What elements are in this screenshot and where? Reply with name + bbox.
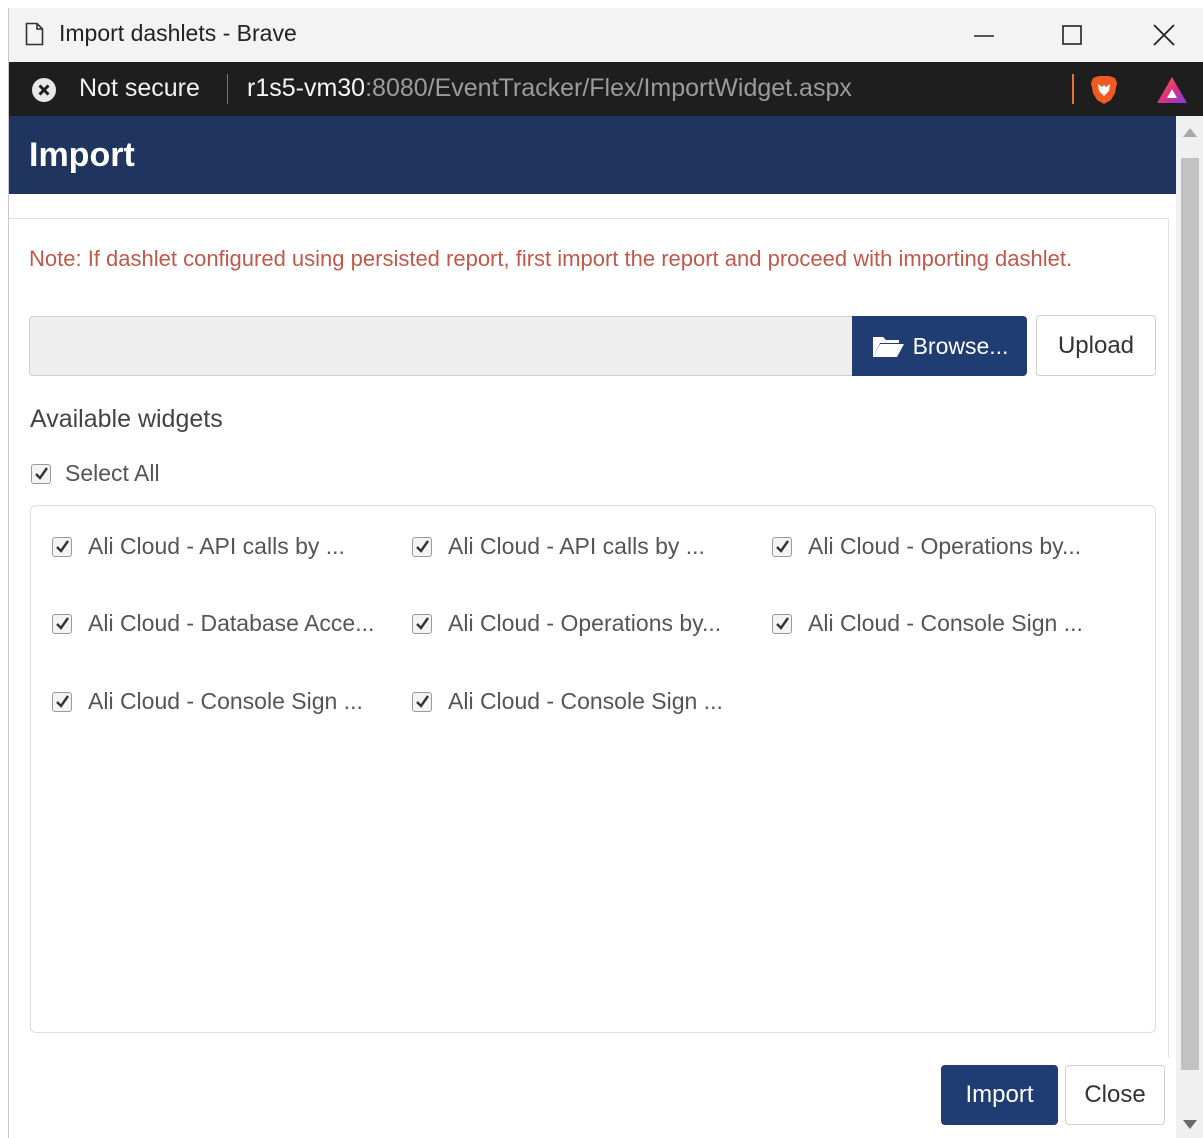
maximize-button[interactable] bbox=[1042, 8, 1102, 62]
modal-title: Import bbox=[29, 136, 135, 174]
widget-checkbox[interactable] bbox=[772, 613, 792, 634]
brave-rewards-icon[interactable] bbox=[1155, 75, 1189, 105]
widget-item[interactable]: Ali Cloud - Console Sign ... bbox=[412, 688, 723, 715]
security-label[interactable]: Not secure bbox=[79, 74, 200, 103]
widget-checkbox[interactable] bbox=[412, 613, 432, 634]
vertical-scrollbar[interactable] bbox=[1176, 116, 1203, 1138]
widget-label: Ali Cloud - API calls by ... bbox=[88, 533, 345, 559]
url-host: r1s5-vm30 bbox=[247, 74, 366, 102]
select-all-label: Select All bbox=[65, 460, 160, 486]
folder-open-icon bbox=[872, 337, 904, 357]
scroll-down-icon[interactable] bbox=[1183, 1120, 1197, 1129]
widget-checkbox[interactable] bbox=[412, 691, 432, 712]
address-bar[interactable]: Not secure r1s5-vm30:8080/EventTracker/F… bbox=[9, 62, 1203, 116]
widget-item[interactable]: Ali Cloud - Operations by... bbox=[412, 610, 721, 637]
widget-checkbox[interactable] bbox=[52, 613, 72, 634]
url-path: :8080/EventTracker/Flex/ImportWidget.asp… bbox=[365, 74, 852, 102]
close-button[interactable]: Close bbox=[1065, 1065, 1165, 1125]
checkmark-icon bbox=[416, 616, 429, 630]
file-path-input[interactable] bbox=[29, 316, 853, 376]
window-title: Import dashlets - Brave bbox=[59, 20, 297, 46]
scroll-up-icon[interactable] bbox=[1183, 128, 1197, 137]
browse-label: Browse... bbox=[912, 332, 1009, 359]
widget-label: Ali Cloud - Console Sign ... bbox=[88, 688, 363, 714]
widget-checkbox[interactable] bbox=[52, 536, 72, 557]
checkmark-icon bbox=[56, 616, 69, 630]
divider bbox=[1072, 74, 1074, 104]
widgets-list: Ali Cloud - API calls by ... Ali Cloud -… bbox=[30, 505, 1156, 1033]
widget-item[interactable]: Ali Cloud - API calls by ... bbox=[412, 533, 705, 560]
checkmark-icon bbox=[416, 539, 429, 553]
widget-checkbox[interactable] bbox=[52, 691, 72, 712]
select-all-checkbox[interactable] bbox=[31, 463, 51, 484]
checkmark-icon bbox=[56, 539, 69, 553]
section-title: Available widgets bbox=[30, 405, 223, 433]
close-window-button[interactable] bbox=[1134, 8, 1194, 62]
widget-label: Ali Cloud - Database Acce... bbox=[88, 610, 375, 636]
url-text[interactable]: r1s5-vm30:8080/EventTracker/Flex/ImportW… bbox=[247, 74, 852, 103]
select-all-option[interactable]: Select All bbox=[31, 460, 160, 487]
upload-button[interactable]: Upload bbox=[1036, 315, 1156, 376]
widget-checkbox[interactable] bbox=[772, 536, 792, 557]
widget-item[interactable]: Ali Cloud - Console Sign ... bbox=[772, 610, 1083, 637]
minimize-button[interactable] bbox=[954, 8, 1014, 62]
scrollbar-thumb[interactable] bbox=[1181, 158, 1199, 1070]
checkmark-icon bbox=[416, 694, 429, 708]
checkmark-icon bbox=[776, 616, 789, 630]
not-secure-icon[interactable] bbox=[31, 77, 57, 103]
minimize-icon bbox=[974, 35, 994, 37]
widget-item[interactable]: Ali Cloud - API calls by ... bbox=[52, 533, 345, 560]
widget-checkbox[interactable] bbox=[412, 536, 432, 557]
divider bbox=[227, 74, 228, 104]
widget-item[interactable]: Ali Cloud - Database Acce... bbox=[52, 610, 374, 637]
widget-item[interactable]: Ali Cloud - Operations by... bbox=[772, 533, 1081, 560]
document-icon bbox=[25, 22, 44, 46]
browser-window: Import dashlets - Brave Not secure r1s5-… bbox=[8, 8, 1203, 1138]
brave-lion-icon[interactable] bbox=[1089, 74, 1119, 106]
maximize-icon bbox=[1062, 25, 1082, 45]
widget-item[interactable]: Ali Cloud - Console Sign ... bbox=[52, 688, 363, 715]
title-bar: Import dashlets - Brave bbox=[9, 8, 1203, 62]
checkmark-icon bbox=[56, 694, 69, 708]
checkmark-icon bbox=[35, 466, 48, 480]
widget-label: Ali Cloud - Console Sign ... bbox=[448, 688, 723, 714]
modal-header: Import bbox=[9, 116, 1176, 194]
import-note: Note: If dashlet configured using persis… bbox=[29, 246, 1073, 271]
import-button[interactable]: Import bbox=[941, 1065, 1058, 1125]
widget-label: Ali Cloud - API calls by ... bbox=[448, 533, 705, 559]
widget-label: Ali Cloud - Operations by... bbox=[448, 610, 722, 636]
widget-label: Ali Cloud - Operations by... bbox=[808, 533, 1082, 559]
close-icon bbox=[1153, 24, 1175, 46]
browse-button[interactable]: Browse... bbox=[852, 316, 1027, 376]
widget-label: Ali Cloud - Console Sign ... bbox=[808, 610, 1083, 636]
checkmark-icon bbox=[776, 539, 789, 553]
